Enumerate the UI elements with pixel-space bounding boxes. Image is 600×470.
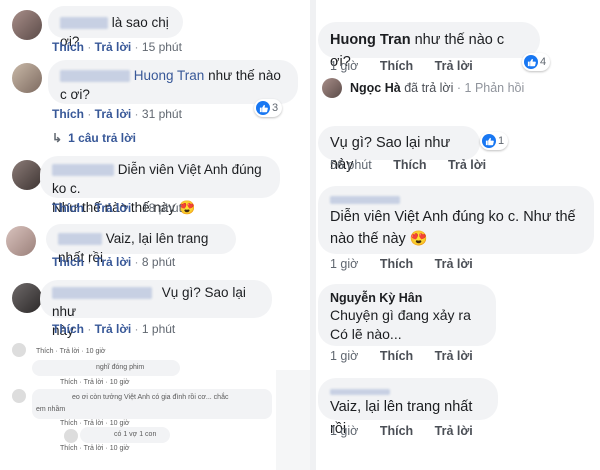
tiny-text: có 1 vợ 1 con [114, 431, 157, 438]
reply-notice-text: đã trả lời [404, 81, 454, 95]
comment-actions: Thích · Trả lời · 18 phút [52, 201, 182, 215]
like-icon [482, 134, 496, 148]
timestamp: 56 phút [330, 158, 372, 172]
comment-bubble: Vụ gì? Sao lại như này [40, 280, 272, 338]
reply-link[interactable]: Trả lời [448, 158, 486, 172]
comment-actions: 1 giờ Thích Trả lời [330, 349, 491, 363]
reaction-count[interactable]: 3 [254, 99, 283, 117]
like-link[interactable]: Thích [380, 59, 413, 73]
timestamp: 31 phút [141, 107, 182, 121]
reply-arrow-icon: ↳ [52, 131, 63, 145]
reply-link[interactable]: Trả lời [435, 59, 473, 73]
tiny-actions: Thích · Trả lời · 10 giờ [60, 445, 130, 452]
replier-name: Ngọc Hà [350, 81, 401, 95]
reply-link[interactable]: Trả lời [95, 40, 132, 54]
like-link[interactable]: Thích [380, 424, 413, 438]
timestamp: 8 phút [141, 255, 176, 269]
comment-actions: Thích · Trả lời · 1 phút [52, 322, 176, 336]
timestamp: 1 giờ [330, 59, 359, 73]
reply-notice[interactable]: Ngọc Hà đã trả lời · 1 Phản hồi [350, 81, 524, 95]
comment-actions: 1 giờ Thích Trả lời [330, 257, 491, 271]
commenter-name[interactable]: Nguyễn Kỳ Hân [330, 290, 484, 306]
like-icon [256, 101, 270, 115]
reply-link[interactable]: Trả lời [95, 322, 132, 336]
comment-actions: Thích · Trả lời · 8 phút [52, 255, 176, 269]
tiny-actions: Thích · Trả lời · 10 giờ [60, 420, 130, 427]
blurred-name [60, 70, 130, 83]
comment-bubble: Huong Tran như thế nào c ơi? [318, 22, 540, 70]
like-link[interactable]: Thích [52, 255, 84, 269]
tiny-text: em nhầm [36, 406, 66, 413]
avatar[interactable] [322, 78, 342, 98]
avatar[interactable] [12, 10, 42, 40]
avatar [64, 429, 78, 443]
blurred-name [52, 287, 152, 300]
mention-link[interactable]: Huong Tran [134, 68, 205, 83]
comment-bubble: Vaiz, lại lên trang nhất rồi [46, 224, 236, 265]
reply-link[interactable]: Trả lời [95, 107, 132, 121]
blurred-area [276, 370, 310, 470]
view-replies-link[interactable]: ↳ 1 câu trả lời [52, 131, 136, 145]
blurred-name [330, 196, 400, 205]
reply-count: 1 Phản hồi [464, 81, 525, 95]
timestamp: 1 giờ [330, 424, 359, 438]
blurred-name [330, 389, 390, 396]
comment-bubble: Diễn viên Việt Anh đúng ko c. Như thế nà… [40, 156, 280, 215]
reply-link[interactable]: Trả lời [95, 255, 132, 269]
comment-actions: 56 phút Thích Trả lời [330, 158, 504, 172]
like-link[interactable]: Thích [380, 257, 413, 271]
comment-actions: 1 giờ Thích Trả lời [330, 424, 491, 438]
comment-text-line2: nào thế này 😍 [330, 231, 428, 247]
avatar[interactable] [12, 283, 42, 313]
avatar[interactable] [12, 63, 42, 93]
reply-link[interactable]: Trả lời [435, 424, 473, 438]
avatar [12, 389, 26, 403]
comment-actions: 1 giờ Thích Trả lời [330, 59, 491, 73]
timestamp: 15 phút [141, 40, 182, 54]
comment-text-line2: Có lẽ nào... [330, 326, 402, 342]
comment-bubble: Nguyễn Kỳ Hân Chuyện gì đang xảy ra Có l… [318, 284, 496, 346]
blurred-name [58, 233, 102, 246]
comment-bubble: Diễn viên Việt Anh đúng ko c. Như thế nà… [318, 186, 594, 254]
like-link[interactable]: Thích [52, 322, 84, 336]
blurred-name [52, 164, 114, 177]
comment-bubble: là sao chị ơi? [48, 6, 183, 49]
timestamp: 18 phút [141, 201, 182, 215]
comment-actions: Thích · Trả lời · 31 phút [52, 107, 182, 121]
reply-link[interactable]: Trả lời [435, 257, 473, 271]
timestamp: 1 giờ [330, 349, 359, 363]
reaction-count[interactable]: 1 [480, 132, 509, 150]
like-link[interactable]: Thích [52, 201, 84, 215]
like-link[interactable]: Thích [393, 158, 426, 172]
comment-bubble: Huong Tran như thế nào c ơi? [48, 60, 298, 104]
timestamp: 1 phút [141, 322, 176, 336]
avatar[interactable] [6, 226, 36, 256]
comment-text-line1: Diễn viên Việt Anh đúng ko c. Như thế [330, 209, 576, 225]
right-comment-panel: Huong Tran như thế nào c ơi? 4 1 giờ Thí… [316, 0, 600, 470]
avatar [12, 343, 26, 357]
reply-link[interactable]: Trả lời [95, 201, 132, 215]
tiny-text: nghĩ đóng phim [96, 364, 145, 371]
tiny-text: eo ơi còn tưởng Việt Anh có gia đình rồi… [72, 394, 229, 401]
like-link[interactable]: Thích [380, 349, 413, 363]
like-link[interactable]: Thích [52, 107, 84, 121]
avatar[interactable] [12, 160, 42, 190]
like-link[interactable]: Thích [52, 40, 84, 54]
comment-bubble: Vaiz, lại lên trang nhất rồi [318, 378, 498, 437]
reply-link[interactable]: Trả lời [435, 349, 473, 363]
timestamp: 1 giờ [330, 257, 359, 271]
tiny-actions: Thích · Trả lời · 10 giờ [60, 379, 130, 386]
left-comment-panel: là sao chị ơi? Thích · Trả lời · 15 phút… [0, 0, 310, 470]
reaction-count[interactable]: 4 [522, 53, 551, 71]
blurred-name [60, 17, 108, 30]
tiny-actions: Thích · Trả lời · 10 giờ [36, 348, 106, 355]
comment-bubble: Vụ gì? Sao lại như này [318, 126, 480, 173]
comment-actions: Thích · Trả lời · 15 phút [52, 40, 182, 54]
like-icon [524, 55, 538, 69]
commenter-name[interactable]: Huong Tran [330, 32, 411, 48]
comment-text-line1: Chuyện gì đang xảy ra [330, 307, 471, 323]
